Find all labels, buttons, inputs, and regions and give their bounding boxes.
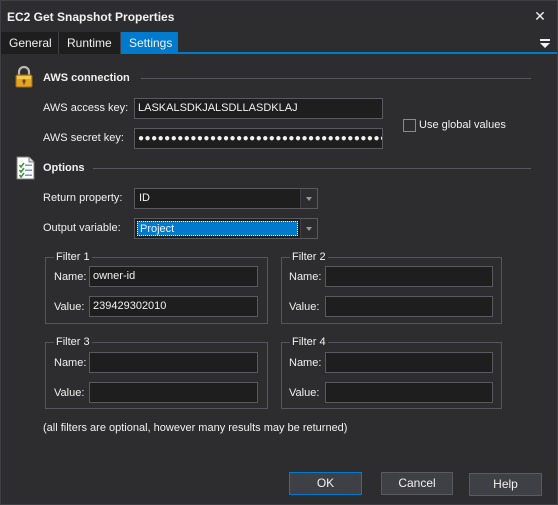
chevron-down-icon[interactable] (300, 219, 317, 238)
filter-1-value-input[interactable]: 239429302010 (89, 296, 258, 317)
filter-2-name-label: Name: (289, 271, 322, 283)
filter-3-title: Filter 3 (54, 336, 92, 349)
lock-icon (15, 65, 33, 88)
close-icon[interactable]: ✕ (531, 7, 549, 25)
filter-4-name-label: Name: (289, 357, 322, 369)
tab-general[interactable]: General (1, 32, 58, 54)
aws-connection-heading: AWS connection (43, 72, 130, 84)
filter-1-title: Filter 1 (54, 251, 92, 264)
secret-key-label: AWS secret key: (43, 132, 124, 144)
output-variable-value: Project (137, 221, 298, 236)
filter-4-value-input[interactable] (325, 382, 493, 403)
tab-settings[interactable]: Settings (121, 32, 178, 54)
access-key-label: AWS access key: (43, 102, 129, 114)
section-divider (93, 168, 531, 169)
filters-note: (all filters are optional, however many … (43, 422, 348, 434)
filter-2-name-input[interactable] (325, 266, 493, 287)
options-heading: Options (43, 162, 85, 174)
chevron-down-icon[interactable] (300, 189, 317, 208)
filter-2-value-input[interactable] (325, 296, 493, 317)
access-key-input[interactable]: LASKALSDKJALSDLLASDKLAJ (134, 98, 383, 119)
filter-1-name-input[interactable]: owner-id (89, 266, 258, 287)
filter-3-name-input[interactable] (89, 352, 258, 373)
filter-2-value-label: Value: (289, 301, 320, 313)
filter-1-name-label: Name: (54, 271, 87, 283)
help-button[interactable]: Help (469, 473, 542, 496)
use-global-values-checkbox[interactable] (403, 119, 416, 132)
checklist-icon (16, 156, 35, 180)
return-property-select[interactable]: ID (134, 188, 318, 209)
filter-3-name-label: Name: (54, 357, 87, 369)
secret-key-input[interactable]: ●●●●●●●●●●●●●●●●●●●●●●●●●●●●●●●●●●●●●●●● (134, 128, 383, 149)
output-variable-select[interactable]: Project (134, 218, 318, 239)
tab-menu-icon[interactable] (539, 36, 551, 50)
dialog-window: EC2 Get Snapshot Properties ✕ General Ru… (0, 0, 558, 505)
filter-4-value-label: Value: (289, 387, 320, 399)
section-divider (141, 78, 531, 79)
filter-3-value-label: Value: (54, 387, 85, 399)
window-title: EC2 Get Snapshot Properties (7, 10, 175, 24)
cancel-button[interactable]: Cancel (381, 472, 453, 495)
tab-strip: General Runtime Settings (1, 32, 557, 54)
return-property-label: Return property: (43, 192, 123, 204)
return-property-value: ID (139, 192, 150, 204)
filter-4-title: Filter 4 (290, 336, 328, 349)
filter-2-title: Filter 2 (290, 251, 328, 264)
filter-3-value-input[interactable] (89, 382, 258, 403)
tab-runtime[interactable]: Runtime (59, 32, 120, 54)
use-global-values-label[interactable]: Use global values (419, 119, 506, 131)
output-variable-label: Output variable: (43, 222, 121, 234)
ok-button[interactable]: OK (289, 472, 362, 495)
title-bar[interactable]: EC2 Get Snapshot Properties ✕ (1, 1, 557, 32)
filter-1-value-label: Value: (54, 301, 85, 313)
filter-4-name-input[interactable] (325, 352, 493, 373)
